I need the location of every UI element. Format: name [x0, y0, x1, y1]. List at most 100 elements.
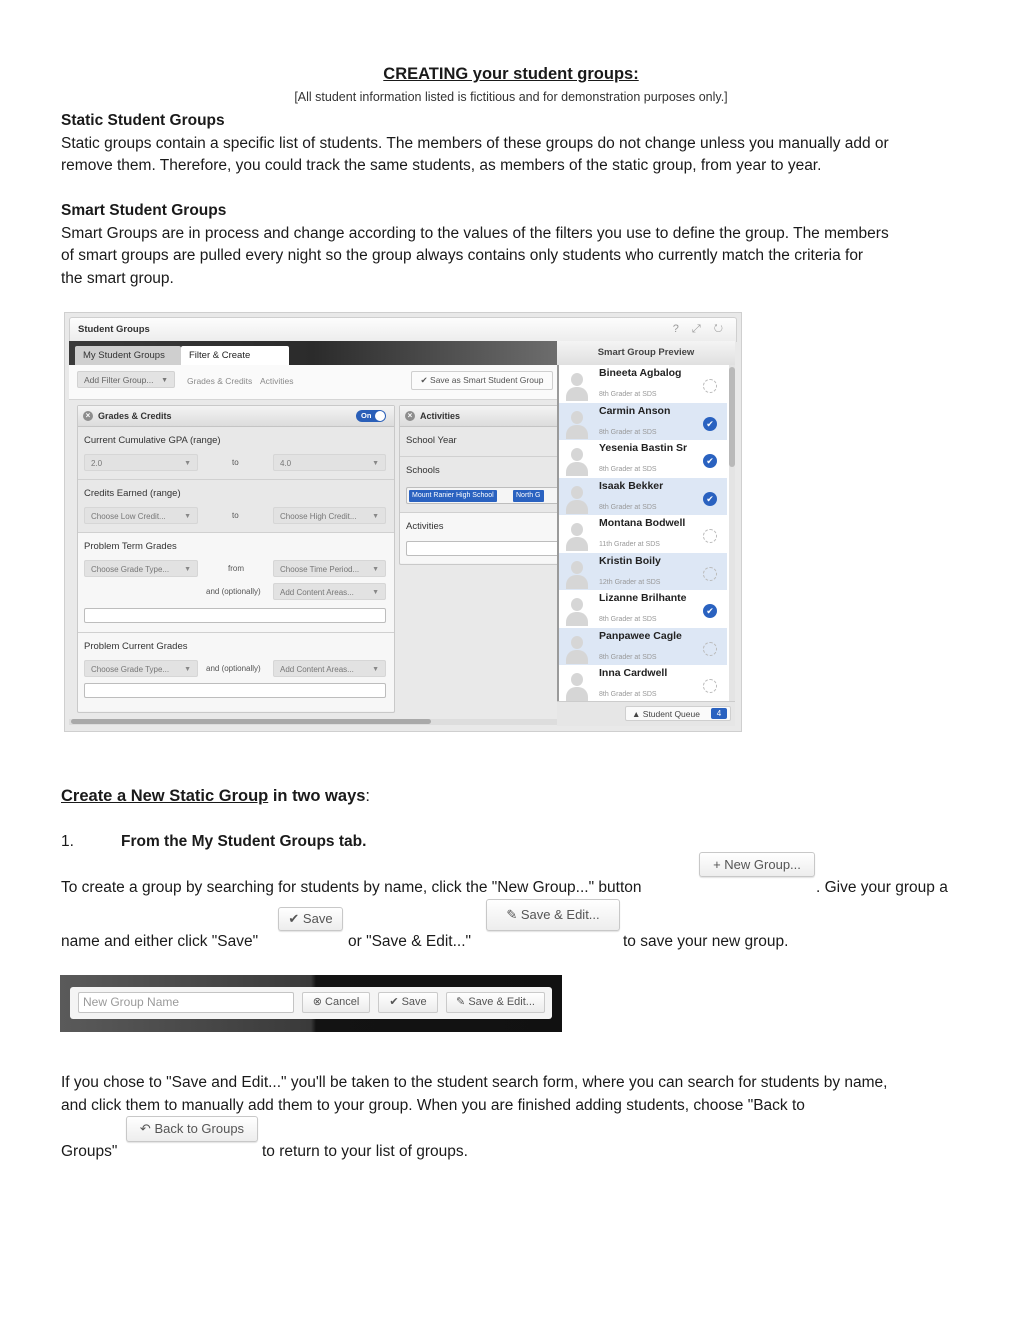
student-queue-button[interactable]: ▲ Student Queue 4	[625, 706, 731, 721]
checked-icon[interactable]: ✔	[703, 604, 717, 618]
create-static-heading-rest: in two ways	[268, 787, 366, 805]
term-content-areas-select[interactable]: Add Content Areas... ▼	[273, 583, 386, 600]
step1-text-line: To create a group by searching for stude…	[61, 877, 961, 900]
add-filter-label: Add Filter Group...	[84, 375, 154, 385]
step1-text-part: to save your new group.	[623, 933, 789, 950]
student-list-item[interactable]: Montana Bodwell 11th Grader at SDS	[559, 515, 727, 553]
new-group-form: New Group Name ⊗ Cancel ✔ Save ✎ Save & …	[70, 987, 552, 1019]
scrollbar-thumb[interactable]	[71, 719, 431, 724]
unchecked-icon[interactable]	[703, 529, 717, 543]
term-grades-input[interactable]	[84, 608, 386, 623]
select-value: 2.0	[91, 459, 103, 468]
save-and-edit-label: Save & Edit...	[468, 996, 535, 1008]
panel-title: Activities	[420, 411, 461, 421]
save-and-edit-button[interactable]: ✎ Save & Edit...	[446, 992, 545, 1013]
cancel-button[interactable]: ⊗ Cancel	[302, 992, 370, 1013]
avatar-head	[571, 598, 583, 611]
chevron-down-icon: ▼	[372, 589, 379, 596]
avatar-head	[571, 410, 583, 424]
back-to-groups-button[interactable]: ↶ Back to Groups	[126, 1116, 258, 1142]
step1-text-part: To create a group by searching for stude…	[61, 879, 642, 896]
checked-icon[interactable]: ✔	[703, 491, 717, 506]
save-and-edit-label: Save & Edit...	[520, 907, 600, 922]
current-grade-type-select[interactable]: Choose Grade Type... ▼	[84, 660, 198, 677]
vertical-scrollbar[interactable]	[729, 365, 735, 701]
check-icon: ✔	[389, 996, 399, 1008]
static-groups-heading: Static Student Groups	[61, 112, 225, 129]
new-group-button[interactable]: + New Group...	[699, 852, 815, 877]
term-period-select[interactable]: Choose Time Period... ▼	[273, 560, 386, 577]
chevron-down-icon: ▼	[184, 566, 191, 573]
school-chip[interactable]: North G	[513, 490, 544, 502]
school-year-label: School Year	[406, 435, 457, 446]
after-text-part: to return to your list of groups.	[262, 1143, 468, 1160]
remove-icon[interactable]: ×	[83, 411, 93, 421]
chevron-down-icon: ▼	[184, 513, 191, 520]
tab-filter-create[interactable]: Filter & Create	[181, 346, 289, 365]
after-text-line: Groups" to return to your list of groups…	[61, 1141, 961, 1164]
gpa-high-select[interactable]: 4.0 ▼	[273, 454, 386, 471]
chevron-down-icon: ▼	[372, 460, 379, 467]
step-number: 1.	[61, 833, 74, 850]
tab-my-student-groups[interactable]: My Student Groups	[75, 346, 181, 365]
student-list-item[interactable]: Inna Cardwell 8th Grader at SDS	[559, 665, 727, 701]
scrollbar-thumb[interactable]	[729, 367, 735, 467]
checked-icon[interactable]: ✔	[703, 454, 717, 468]
credits-high-select[interactable]: Choose High Credit... ▼	[273, 507, 386, 524]
credits-low-select[interactable]: Choose Low Credit... ▼	[84, 507, 198, 524]
static-groups-text-line: remove them. Therefore, you could track …	[61, 157, 822, 174]
toolbar-link-activities[interactable]: Activities	[260, 376, 294, 386]
student-name: Carmin Anson	[599, 404, 671, 417]
on-off-toggle[interactable]: On	[356, 410, 386, 422]
chevron-down-icon: ▼	[184, 460, 191, 467]
static-groups-text-line: Static groups contain a specific list of…	[61, 135, 889, 152]
student-list-item[interactable]: Isaak Bekker 8th Grader at SDS ✔	[559, 477, 727, 515]
tab-bar: My Student Groups Filter & Create ▸●● 69	[69, 341, 559, 386]
save-smart-group-button[interactable]: ✔ Save as Smart Student Group	[411, 371, 553, 390]
student-grade: 8th Grader at SDS	[599, 428, 657, 436]
panel-title: Grades & Credits	[98, 411, 172, 421]
student-list-item[interactable]: Bineeta Agbalog 8th Grader at SDS	[559, 365, 727, 403]
toolbar-link-grades[interactable]: Grades & Credits	[187, 376, 252, 386]
step1-text-line: name and either click "Save" or "Save & …	[61, 931, 961, 954]
window-tools-icons[interactable]: ? ⤢ ↻	[673, 323, 728, 336]
current-content-areas-select[interactable]: Add Content Areas... ▼	[273, 660, 386, 677]
select-value: Choose High Credit...	[280, 512, 357, 521]
horizontal-scrollbar[interactable]	[69, 719, 557, 725]
smart-groups-text-line: of smart groups are pulled every night s…	[61, 247, 864, 264]
cancel-label: Cancel	[325, 996, 360, 1008]
credits-label: Credits Earned (range)	[84, 488, 181, 499]
add-filter-group-select[interactable]: Add Filter Group... ▼	[77, 371, 175, 388]
schools-label: Schools	[406, 465, 440, 476]
gpa-low-select[interactable]: 2.0 ▼	[84, 454, 198, 471]
unchecked-icon[interactable]	[703, 641, 717, 656]
student-list-item[interactable]: Panpawee Cagle 8th Grader at SDS	[559, 627, 727, 665]
student-list-item[interactable]: Lizanne Brilhante 8th Grader at SDS ✔	[559, 590, 727, 628]
step-title: From the My Student Groups tab.	[121, 833, 367, 850]
group-name-input[interactable]: New Group Name	[78, 992, 294, 1013]
school-chip[interactable]: Mount Ranier High School	[409, 490, 497, 502]
unchecked-icon[interactable]	[703, 379, 717, 393]
select-value: Choose Grade Type...	[91, 565, 170, 574]
student-list-item[interactable]: Yesenia Bastin Sr 8th Grader at SDS ✔	[559, 440, 727, 478]
unchecked-icon[interactable]	[703, 566, 717, 581]
disclaimer: [All student information listed is ficti…	[294, 90, 728, 104]
schools-input[interactable]: Mount Ranier High School North G	[406, 487, 566, 504]
to-label: to	[232, 511, 239, 520]
checked-icon[interactable]: ✔	[703, 416, 717, 431]
unchecked-icon[interactable]	[703, 679, 717, 693]
toggle-label: On	[361, 411, 372, 420]
select-value: Add Content Areas...	[280, 665, 354, 674]
save-button[interactable]: ✔ Save	[378, 992, 438, 1013]
save-and-edit-button[interactable]: ✎ Save & Edit...	[486, 899, 620, 931]
term-grade-type-select[interactable]: Choose Grade Type... ▼	[84, 560, 198, 577]
student-list-item[interactable]: Kristin Boily 12th Grader at SDS	[559, 552, 727, 590]
save-button[interactable]: ✔ Save	[278, 907, 343, 931]
student-list-item[interactable]: Carmin Anson 8th Grader at SDS ✔	[559, 402, 727, 440]
after-text-line: and click them to manually add them to y…	[61, 1097, 805, 1114]
remove-icon[interactable]: ×	[405, 411, 415, 421]
current-grades-input[interactable]	[84, 683, 386, 698]
smart-group-preview: Smart Group Preview Bineeta Agbalog 8th G…	[557, 341, 735, 726]
create-static-heading-colon: :	[365, 787, 371, 805]
activities-input[interactable]	[406, 541, 566, 556]
